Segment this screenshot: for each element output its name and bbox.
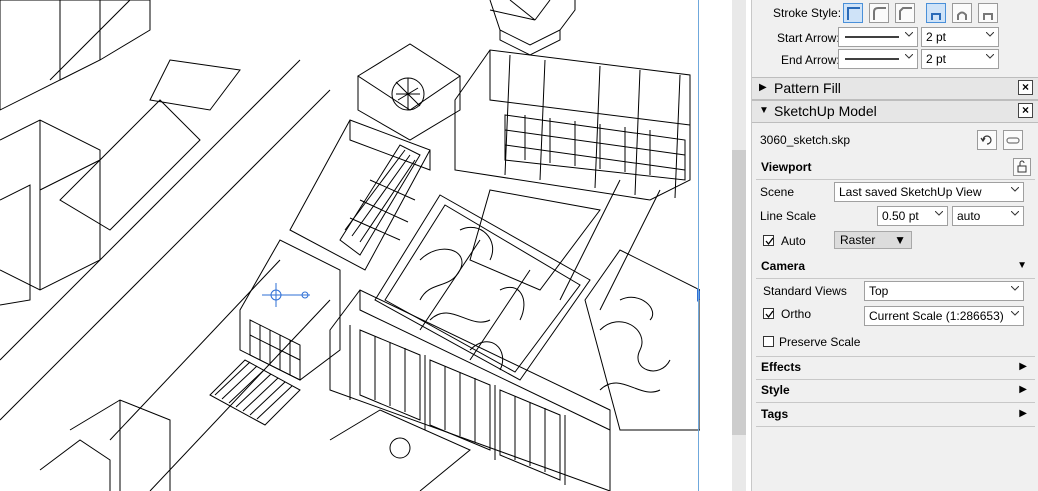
start-arrow-label: Start Arrow: bbox=[777, 31, 840, 45]
start-arrow-size-dropdown[interactable]: 2 pt bbox=[921, 27, 999, 47]
effects-title: Effects bbox=[761, 360, 802, 374]
chevron-down-icon bbox=[986, 51, 994, 65]
stroke-join-miter-button[interactable] bbox=[926, 3, 946, 23]
ortho-scale-value: Current Scale (1:286653) bbox=[869, 309, 1004, 323]
unlock-icon bbox=[1017, 160, 1027, 173]
line-style-icon bbox=[845, 36, 899, 38]
default-tray-panel: Stroke Style: Start Arrow: 2 pt End Arro… bbox=[751, 0, 1038, 491]
canvas-gutter bbox=[700, 0, 732, 491]
standard-views-label: Standard Views bbox=[763, 284, 847, 298]
stroke-join-round-button[interactable] bbox=[952, 3, 972, 23]
link-icon bbox=[1006, 137, 1020, 144]
ortho-checkbox[interactable] bbox=[763, 308, 774, 319]
ortho-scale-dropdown[interactable]: Current Scale (1:286653) bbox=[864, 306, 1024, 326]
preserve-scale-checkbox[interactable] bbox=[763, 336, 774, 347]
end-arrow-style-dropdown[interactable] bbox=[838, 49, 918, 69]
join-miter-icon bbox=[931, 13, 941, 20]
scene-dropdown[interactable]: Last saved SketchUp View bbox=[834, 182, 1024, 202]
line-style-icon bbox=[845, 58, 899, 60]
sketchup-model-header[interactable]: ▼ SketchUp Model × bbox=[752, 100, 1038, 123]
viewport-subheader[interactable]: Viewport bbox=[756, 157, 1035, 180]
chevron-down-icon bbox=[905, 51, 913, 65]
line-scale-value: 0.50 pt bbox=[882, 209, 919, 223]
expand-arrow-icon: ▶ bbox=[1019, 361, 1027, 372]
line-scale-mode-dropdown[interactable]: auto bbox=[952, 206, 1024, 226]
chevron-down-icon bbox=[986, 29, 994, 43]
style-subheader[interactable]: Style ▶ bbox=[756, 380, 1035, 403]
line-scale-mode-value: auto bbox=[957, 209, 981, 223]
join-bevel-icon bbox=[983, 13, 993, 20]
end-arrow-label: End Arrow: bbox=[781, 53, 840, 67]
effects-subheader[interactable]: Effects ▶ bbox=[756, 356, 1035, 380]
render-mode-value: Raster bbox=[840, 233, 876, 247]
collapse-arrow-icon: ▼ bbox=[759, 105, 769, 116]
page-edge-line bbox=[698, 0, 699, 491]
cap-square-icon bbox=[899, 7, 912, 20]
cap-round-icon bbox=[873, 7, 886, 20]
cap-flat-icon bbox=[847, 7, 860, 20]
tags-subheader[interactable]: Tags ▶ bbox=[756, 404, 1035, 427]
chevron-down-icon bbox=[1011, 184, 1019, 198]
pattern-fill-title: Pattern Fill bbox=[774, 80, 841, 96]
chevron-down-icon bbox=[935, 208, 943, 222]
unlock-button[interactable] bbox=[1013, 158, 1031, 176]
checkmark-icon bbox=[765, 310, 774, 319]
stroke-cap-square-button[interactable] bbox=[895, 3, 915, 23]
chevron-down-icon bbox=[1011, 208, 1019, 222]
viewport-title: Viewport bbox=[761, 160, 812, 174]
camera-title: Camera bbox=[761, 259, 806, 273]
open-in-sketchup-button[interactable] bbox=[1003, 130, 1023, 150]
end-arrow-size-dropdown[interactable]: 2 pt bbox=[921, 49, 999, 69]
sketchup-model-viewport[interactable] bbox=[0, 0, 700, 491]
scene-label: Scene bbox=[760, 185, 795, 199]
stroke-join-bevel-button[interactable] bbox=[978, 3, 998, 23]
style-title: Style bbox=[761, 383, 790, 397]
standard-views-dropdown[interactable]: Top bbox=[864, 281, 1024, 301]
render-mode-dropdown[interactable]: Raster ▼ bbox=[834, 231, 912, 249]
chevron-down-icon bbox=[905, 29, 913, 43]
auto-checkbox[interactable] bbox=[763, 235, 774, 246]
chevron-down-icon bbox=[1011, 283, 1019, 297]
line-scale-dropdown[interactable]: 0.50 pt bbox=[877, 206, 948, 226]
scene-value: Last saved SketchUp View bbox=[839, 185, 982, 199]
close-icon[interactable]: × bbox=[1018, 103, 1033, 118]
scrollbar-thumb[interactable] bbox=[732, 150, 746, 435]
triangle-down-icon: ▼ bbox=[894, 233, 906, 247]
checkmark-icon bbox=[765, 237, 774, 246]
stroke-cap-flat-button[interactable] bbox=[843, 3, 863, 23]
end-arrow-size-value: 2 pt bbox=[926, 52, 947, 66]
collapse-arrow-icon: ▼ bbox=[1017, 260, 1027, 271]
ortho-label: Ortho bbox=[781, 307, 812, 321]
camera-subheader[interactable]: Camera ▼ bbox=[756, 256, 1035, 279]
sketchup-model-title: SketchUp Model bbox=[774, 103, 877, 119]
chevron-down-icon bbox=[1011, 308, 1019, 322]
refresh-icon bbox=[980, 135, 992, 145]
stroke-style-label: Stroke Style: bbox=[773, 6, 842, 20]
expand-arrow-icon: ▶ bbox=[1019, 408, 1027, 419]
pattern-fill-header[interactable]: ▶ Pattern Fill × bbox=[752, 77, 1038, 100]
start-arrow-size-value: 2 pt bbox=[926, 30, 947, 44]
update-reference-button[interactable] bbox=[977, 130, 997, 150]
close-icon[interactable]: × bbox=[1018, 80, 1033, 95]
preserve-scale-label: Preserve Scale bbox=[779, 335, 861, 349]
standard-views-value: Top bbox=[869, 284, 889, 298]
auto-label: Auto bbox=[781, 234, 806, 248]
drawing-canvas[interactable] bbox=[0, 0, 700, 491]
start-arrow-style-dropdown[interactable] bbox=[838, 27, 918, 47]
expand-arrow-icon: ▶ bbox=[1019, 384, 1027, 395]
stroke-cap-round-button[interactable] bbox=[869, 3, 889, 23]
line-scale-label: Line Scale bbox=[760, 209, 817, 223]
join-round-icon bbox=[957, 11, 967, 20]
expand-arrow-icon: ▶ bbox=[759, 82, 767, 93]
tags-title: Tags bbox=[761, 407, 789, 421]
model-filename: 3060_sketch.skp bbox=[760, 133, 851, 147]
